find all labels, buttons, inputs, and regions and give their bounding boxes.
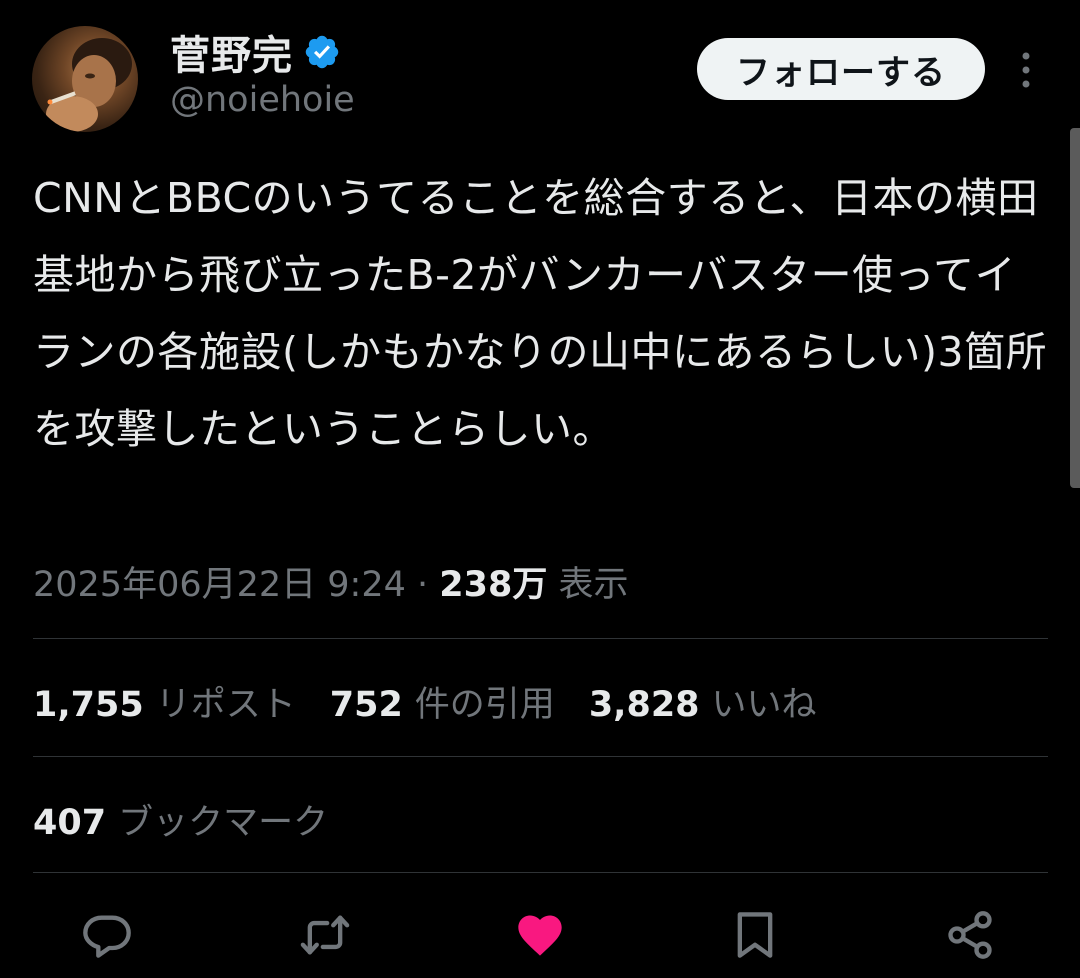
repost-stat[interactable]: 1,755 リポスト [33, 676, 296, 727]
bookmark-count: 407 [33, 803, 107, 843]
scrollbar[interactable] [1070, 128, 1080, 488]
quote-count: 752 [329, 685, 403, 725]
tweet-header: 菅野完 @noiehoie フォローする [0, 0, 1080, 140]
verified-badge-icon[interactable] [303, 33, 341, 71]
divider [33, 872, 1048, 873]
reply-button[interactable] [72, 900, 142, 970]
user-handle[interactable]: @noiehoie [170, 80, 355, 120]
speech-bubble-icon [83, 915, 131, 958]
engagement-stats: 1,755 リポスト 752 件の引用 3,828 いいね [33, 676, 851, 727]
tweet-meta: 2025年06月22日 9:24 · 238万 表示 [33, 556, 629, 607]
tweet-timestamp[interactable]: 2025年06月22日 9:24 [33, 565, 406, 605]
views-label: 表示 [558, 565, 629, 605]
heart-icon [518, 915, 562, 956]
follow-button[interactable]: フォローする [697, 38, 985, 100]
bookmark-stat[interactable]: 407 ブックマーク [33, 794, 328, 845]
action-bar [0, 900, 1080, 970]
like-label: いいね [711, 685, 817, 725]
tweet-text: CNNとBBCのいうてることを総合すると、日本の横田基地から飛び立ったB-2がバ… [33, 174, 1048, 453]
quote-label: 件の引用 [414, 685, 555, 725]
divider [33, 756, 1048, 757]
name-row: 菅野完 [170, 23, 341, 81]
bookmark-button[interactable] [720, 900, 790, 970]
divider [33, 638, 1048, 639]
views-count: 238万 [439, 565, 548, 605]
avatar[interactable] [32, 26, 138, 132]
share-nodes-icon [948, 911, 992, 959]
like-count: 3,828 [588, 685, 700, 725]
repost-count: 1,755 [33, 685, 144, 725]
bookmark-label: ブックマーク [118, 803, 329, 843]
repost-button[interactable] [290, 900, 360, 970]
more-options-icon[interactable] [1010, 48, 1042, 92]
repost-label: リポスト [155, 685, 296, 725]
meta-separator: · [417, 565, 429, 605]
display-name[interactable]: 菅野完 [170, 23, 293, 81]
like-button[interactable] [505, 900, 575, 970]
avatar-photo [46, 38, 132, 132]
repost-arrows-icon [300, 915, 350, 955]
bookmark-icon [737, 912, 773, 958]
share-button[interactable] [935, 900, 1005, 970]
like-stat[interactable]: 3,828 いいね [589, 676, 817, 727]
quote-stat[interactable]: 752 件の引用 [330, 676, 555, 727]
